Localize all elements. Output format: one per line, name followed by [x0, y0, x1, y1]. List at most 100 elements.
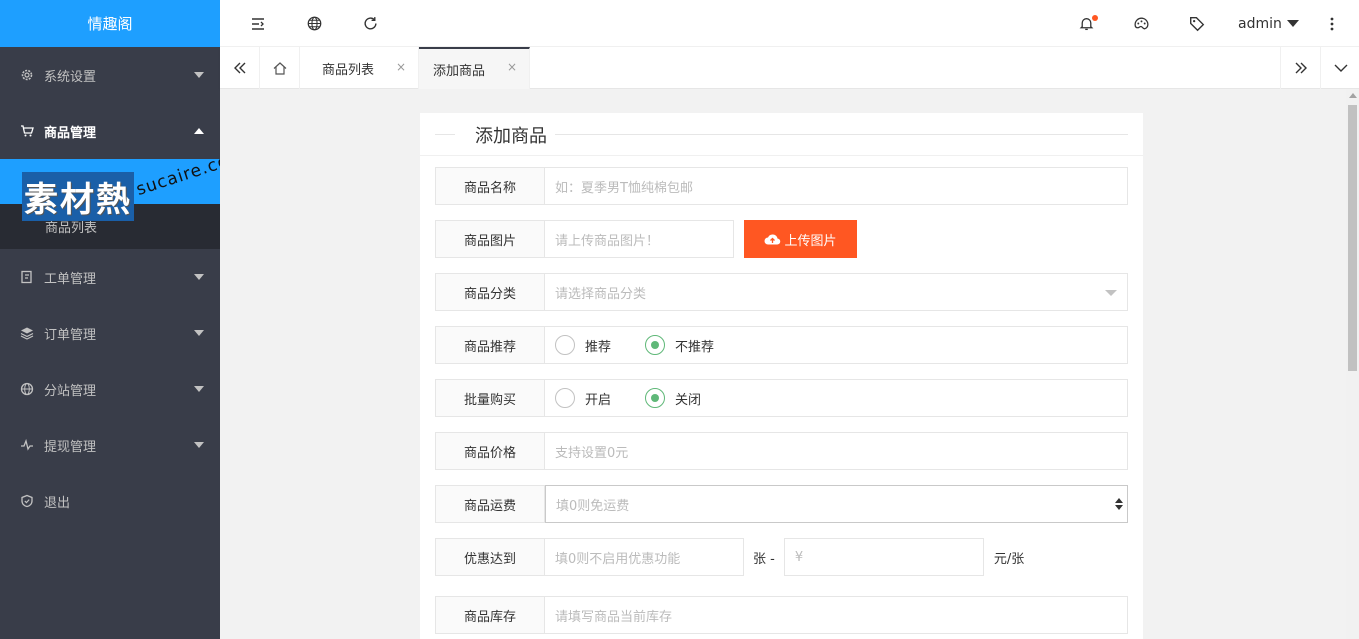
chevron-down-icon	[1105, 290, 1117, 296]
field-label: 商品图片	[435, 220, 545, 258]
radio-circle-selected	[645, 388, 666, 408]
radio-label: 关闭	[675, 392, 702, 408]
form-row-name: 商品名称 如：夏季男T恤纯棉包邮	[435, 167, 1128, 205]
pulse-icon	[20, 438, 34, 452]
sidebar-item-substations[interactable]: 分站管理	[0, 361, 220, 417]
discount-unit: 元/张	[993, 551, 1025, 567]
sidebar-item-logout[interactable]: 退出	[0, 473, 220, 529]
sidebar-item-label: 退出	[44, 495, 71, 511]
chevron-down-icon	[194, 330, 204, 336]
scroll-thumb[interactable]	[1348, 105, 1357, 371]
cart-icon	[20, 124, 34, 138]
number-spinner[interactable]	[1115, 497, 1123, 511]
stock-input[interactable]: 请填写商品当前库存	[545, 596, 1128, 634]
radio-option-recommend[interactable]: 推荐	[555, 335, 611, 355]
tab-scroll-right-icon[interactable]	[1280, 47, 1320, 89]
form-row-shipping: 商品运费 填0则免运费	[435, 485, 1128, 523]
sidebar-item-label: 工单管理	[44, 271, 97, 287]
form-legend: 添加商品	[435, 113, 1128, 155]
caret-down-icon	[1286, 20, 1299, 27]
top-header: admin	[220, 0, 1359, 47]
page-scrollbar[interactable]	[1346, 89, 1359, 639]
upload-button-label: 上传图片	[784, 233, 837, 249]
sidebar-item-withdrawals[interactable]: 提现管理	[0, 417, 220, 473]
recommend-radio-group: 推荐 不推荐	[545, 326, 1128, 364]
sidebar-item-system-settings[interactable]: 系统设置	[0, 47, 220, 103]
tab-scroll-left-icon[interactable]	[220, 47, 260, 89]
sidebar: 情趣阁 系统设置 商品管理 添加商品 商品列表 工单管理 订单管理 分站管理 提…	[0, 0, 248, 639]
sidebar-subitem-product-list[interactable]: 商品列表	[0, 204, 220, 249]
price-input[interactable]: 支持设置0元	[545, 432, 1128, 470]
cloud-upload-icon	[764, 233, 781, 246]
field-label: 商品名称	[435, 167, 545, 205]
product-name-input[interactable]: 如：夏季男T恤纯棉包邮	[545, 167, 1128, 205]
home-icon[interactable]	[260, 47, 300, 89]
chevron-down-icon	[194, 386, 204, 392]
chevron-down-icon	[194, 442, 204, 448]
sidebar-item-tickets[interactable]: 工单管理	[0, 249, 220, 305]
discount-separator: 张 -	[753, 551, 775, 567]
sidebar-item-label: 提现管理	[44, 439, 97, 455]
input-placeholder: 填0则免运费	[556, 498, 630, 514]
ticket-icon	[20, 270, 34, 284]
discount-price-input[interactable]: ¥	[783, 538, 984, 576]
legend-line-right	[555, 134, 1128, 135]
username: admin	[1238, 15, 1282, 32]
palette-icon[interactable]	[1121, 0, 1161, 47]
tab-options-chevron-down-icon[interactable]	[1320, 47, 1359, 89]
field-label: 商品分类	[435, 273, 545, 311]
upload-image-button[interactable]: 上传图片	[744, 220, 857, 258]
form-row-category: 商品分类 请选择商品分类	[435, 273, 1128, 311]
radio-circle	[555, 335, 575, 355]
bell-icon[interactable]	[1066, 0, 1106, 47]
sidebar-item-label: 分站管理	[44, 383, 97, 399]
app-logo[interactable]: 情趣阁	[0, 0, 220, 47]
sidebar-item-product-management[interactable]: 商品管理	[0, 103, 220, 159]
shipping-number-input[interactable]: 填0则免运费	[545, 485, 1128, 523]
radio-label: 不推荐	[675, 339, 715, 355]
more-icon[interactable]	[1312, 0, 1352, 47]
refresh-icon[interactable]	[350, 0, 390, 47]
sidebar-item-label: 商品管理	[44, 125, 97, 141]
select-placeholder: 请选择商品分类	[555, 286, 647, 302]
chevron-down-icon	[194, 274, 204, 280]
radio-option-enable[interactable]: 开启	[555, 388, 611, 408]
legend-line-left	[435, 134, 455, 135]
discount-quantity-input[interactable]: 填0则不启用优惠功能	[545, 538, 744, 576]
form-row-recommend: 商品推荐 推荐 不推荐	[435, 326, 1128, 364]
divider	[420, 155, 1143, 156]
form-title: 添加商品	[475, 126, 547, 147]
layers-icon	[20, 326, 34, 340]
radio-option-not-recommend[interactable]: 不推荐	[645, 335, 714, 355]
form-card: 添加商品 商品名称 如：夏季男T恤纯棉包邮 商品图片 请上传商品图片！ 上传图片…	[420, 113, 1143, 639]
tag-icon[interactable]	[1177, 0, 1217, 47]
form-row-price: 商品价格 支持设置0元	[435, 432, 1128, 470]
field-label: 商品推荐	[435, 326, 545, 364]
field-label: 商品价格	[435, 432, 545, 470]
collapse-icon[interactable]	[238, 0, 278, 47]
radio-label: 开启	[585, 392, 612, 408]
tab-label: 商品列表	[322, 62, 375, 78]
form-row-stock: 商品库存 请填写商品当前库存	[435, 596, 1128, 634]
radio-option-disable[interactable]: 关闭	[645, 388, 701, 408]
batch-radio-group: 开启 关闭	[545, 379, 1128, 417]
radio-circle-selected	[645, 335, 666, 355]
close-icon[interactable]: ×	[396, 60, 406, 74]
globe-icon	[20, 382, 34, 396]
form-row-discount: 优惠达到 填0则不启用优惠功能 张 - ¥ 元/张	[435, 538, 1033, 576]
chevron-down-icon	[194, 72, 204, 78]
form-row-image: 商品图片 请上传商品图片！ 上传图片	[435, 220, 857, 258]
field-label: 优惠达到	[435, 538, 545, 576]
tab-add-product[interactable]: 添加商品 ×	[419, 47, 530, 89]
user-menu[interactable]: admin	[1238, 0, 1299, 47]
form-row-batch: 批量购买 开启 关闭	[435, 379, 1128, 417]
globe-icon[interactable]	[294, 0, 334, 47]
product-image-input[interactable]: 请上传商品图片！	[545, 220, 734, 258]
sidebar-item-orders[interactable]: 订单管理	[0, 305, 220, 361]
sidebar-subitem-add-product[interactable]: 添加商品	[0, 159, 220, 204]
scroll-up-icon[interactable]	[1349, 93, 1357, 98]
tab-product-list[interactable]: 商品列表 ×	[308, 47, 419, 89]
close-icon[interactable]: ×	[507, 60, 517, 74]
category-select[interactable]: 请选择商品分类	[545, 273, 1128, 311]
tab-bar: 商品列表 × 添加商品 ×	[220, 47, 1359, 89]
